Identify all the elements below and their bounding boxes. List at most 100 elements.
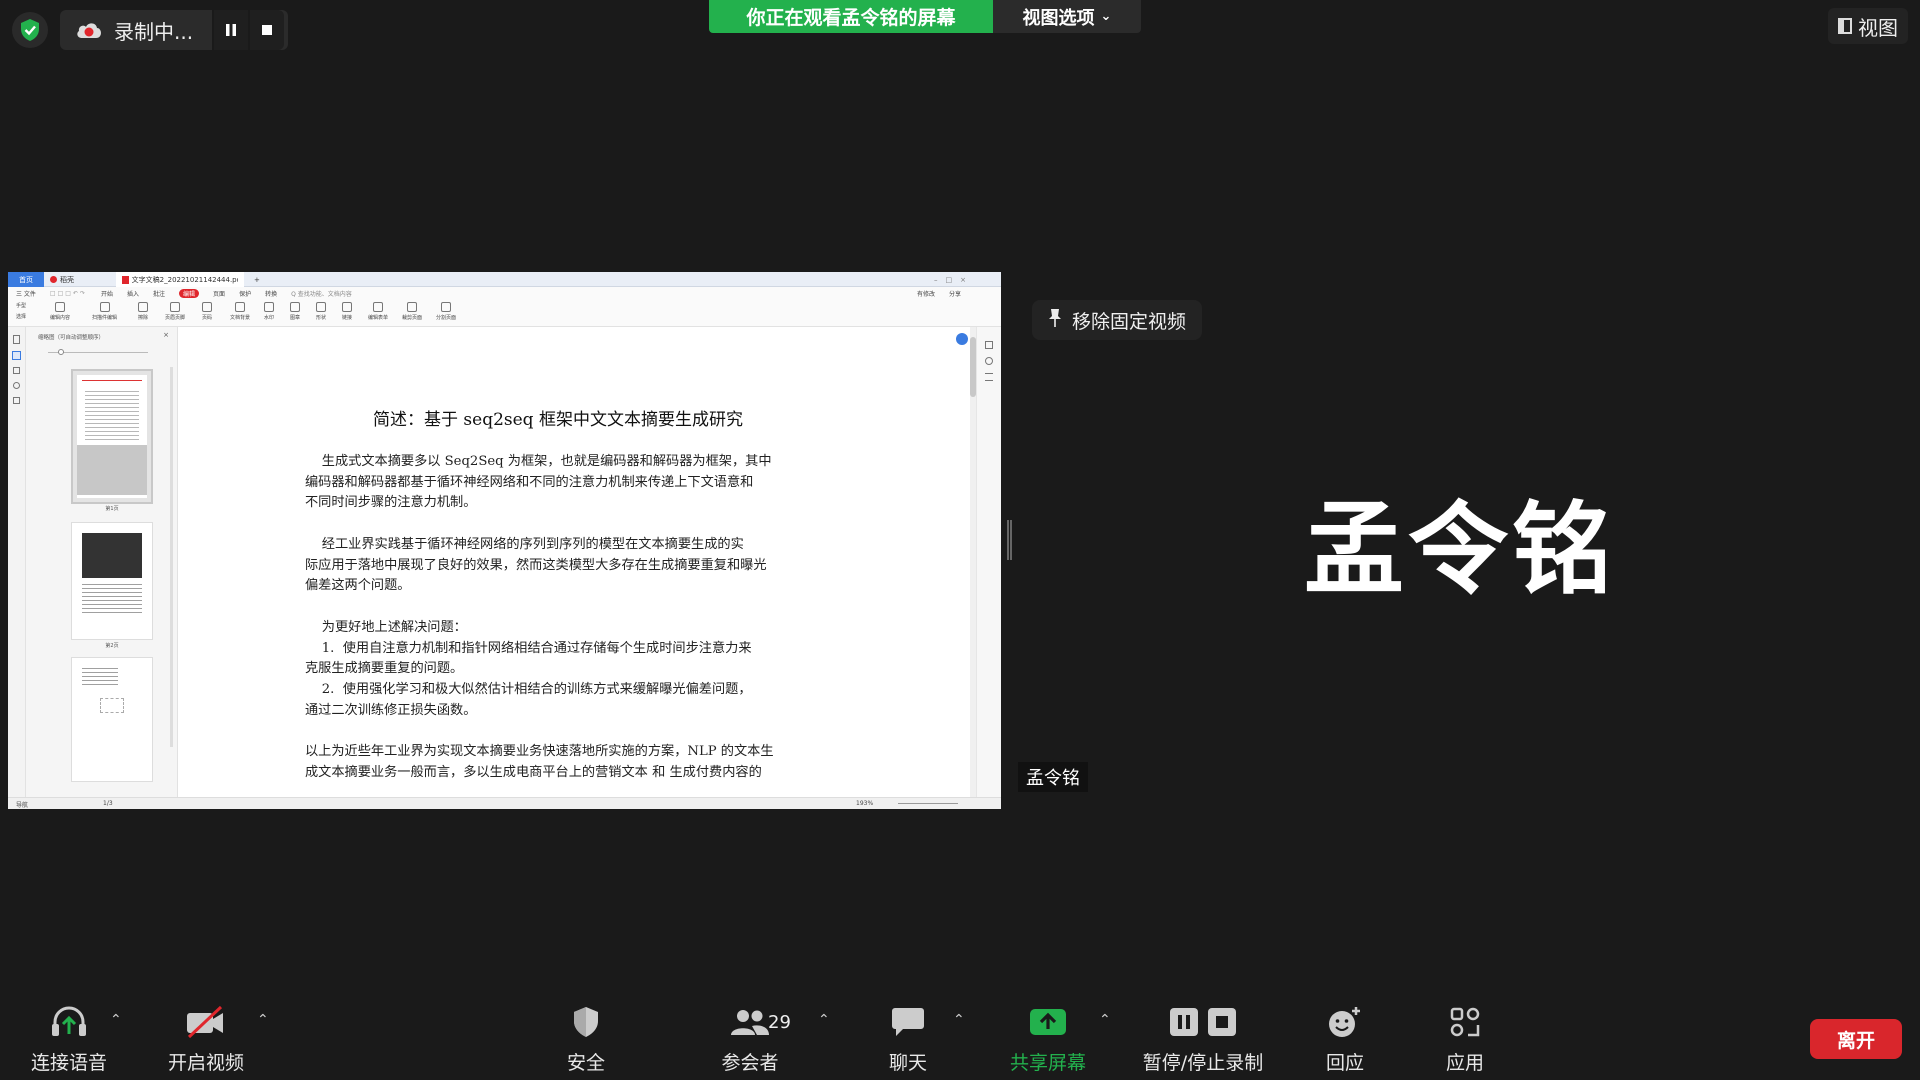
attachment-icon[interactable] — [13, 382, 20, 389]
participants-icon — [730, 1002, 770, 1042]
panel-resize-handle[interactable] — [1007, 520, 1012, 560]
signature-icon[interactable] — [13, 397, 20, 404]
shared-screen[interactable]: 首页 稻壳 文字文稿2_20221021142444.pdf + – □ × 三… — [8, 272, 1001, 809]
ribbon-form-label: 编辑表单 — [368, 315, 389, 321]
audio-options-caret[interactable]: ⌃ — [110, 1012, 122, 1028]
ribbon-form[interactable]: 编辑表单 — [368, 302, 388, 321]
participants-label: 参会者 — [721, 1052, 779, 1074]
chat-button[interactable]: 聊天 — [880, 1002, 936, 1080]
settings-icon[interactable] — [985, 357, 993, 365]
reactions-label: 回应 — [1325, 1052, 1364, 1074]
menu-page[interactable]: 页面 — [213, 289, 225, 298]
ribbon-hand-select[interactable]: 手型 选择 — [16, 302, 26, 320]
thumbnail-icon[interactable] — [12, 351, 21, 360]
menu-search[interactable]: Q 查找功能、文档内容 — [291, 289, 352, 298]
ribbon-link[interactable]: 链接 — [342, 302, 352, 321]
pause-stop-recording-button[interactable]: 暂停/停止录制 — [1140, 1002, 1266, 1080]
security-button[interactable]: 安全 — [556, 1002, 616, 1080]
cloud-record-icon — [74, 19, 104, 41]
menu-start[interactable]: 开始 — [101, 289, 113, 298]
menu-share[interactable]: 分享 — [949, 289, 961, 298]
ribbon-hand[interactable]: 手型 — [16, 302, 26, 309]
tab-pdf-document[interactable]: 文字文稿2_20221021142444.pdf — [116, 272, 244, 287]
join-audio-button[interactable]: 连接语音 — [22, 1002, 116, 1080]
ribbon-header-footer-label: 页眉页脚 — [165, 315, 186, 321]
apps-icon — [1449, 1002, 1481, 1042]
pdf-tab-bar: 首页 稻壳 文字文稿2_20221021142444.pdf + – □ × — [8, 272, 1001, 287]
background-icon — [235, 302, 245, 312]
translate-float-icon[interactable] — [956, 333, 968, 345]
menu-modified[interactable]: 有修改 — [917, 289, 935, 298]
ribbon-background[interactable]: 文档背景 — [230, 302, 250, 321]
ribbon-shape[interactable]: 形状 — [316, 302, 326, 321]
video-off-icon — [185, 1002, 227, 1042]
unpin-video-button[interactable]: 移除固定视频 — [1032, 300, 1202, 340]
share-screen-button[interactable]: 共享屏幕 — [1008, 1002, 1088, 1080]
ribbon-split[interactable]: 分割页面 — [436, 302, 456, 321]
thumb-label-2: 第2页 — [105, 643, 119, 649]
ribbon-page-number[interactable]: 页码 — [202, 302, 212, 321]
ribbon-scan-edit-label: 扫描件编辑 — [92, 315, 118, 321]
security-shield-icon[interactable] — [12, 12, 48, 48]
thumb-scrollbar[interactable] — [170, 367, 173, 747]
property-icon[interactable] — [985, 341, 993, 349]
ribbon-watermark[interactable]: 水印 — [264, 302, 274, 321]
share-options-caret[interactable]: ⌃ — [1099, 1012, 1111, 1028]
apps-button[interactable]: 应用 — [1440, 1002, 1490, 1080]
quick-access-icons: □□□↶↷ — [49, 289, 87, 297]
page-thumbnail-3[interactable] — [71, 657, 153, 782]
close-icon[interactable]: × — [960, 276, 966, 284]
stop-recording-button[interactable] — [248, 10, 284, 50]
menu-protect[interactable]: 保护 — [239, 289, 251, 298]
pause-stop-icon — [1169, 1002, 1237, 1042]
layout-icon[interactable] — [985, 373, 993, 381]
leave-meeting-button[interactable]: 离开 — [1810, 1019, 1902, 1059]
menu-insert[interactable]: 插入 — [127, 289, 139, 298]
new-tab-button[interactable]: + — [248, 272, 262, 287]
ribbon-stamp[interactable]: 图章 — [290, 302, 300, 321]
meeting-toolbar — [0, 990, 1920, 1080]
start-video-button[interactable]: 开启视频 — [158, 1002, 254, 1080]
nav-toggle[interactable]: 导航 — [16, 800, 28, 809]
zoom-level[interactable]: 193% — [856, 800, 873, 807]
tab-pdf-label: 文字文稿2_20221021142444.pdf — [131, 275, 238, 284]
window-controls[interactable]: – □ × — [928, 272, 998, 287]
ribbon-header-footer[interactable]: 页眉页脚 — [165, 302, 185, 321]
ribbon-scan-edit[interactable]: 扫描件编辑 — [92, 302, 117, 321]
video-options-caret[interactable]: ⌃ — [257, 1012, 269, 1028]
ribbon-erase[interactable]: 擦除 — [138, 302, 148, 321]
thumb-page-1-grey-block — [77, 445, 147, 495]
page-thumbnail-1[interactable]: 第1页 — [71, 369, 153, 512]
participants-options-caret[interactable]: ⌃ — [818, 1012, 830, 1028]
menu-edit[interactable]: 编辑 — [179, 288, 200, 298]
view-layout-icon — [1838, 18, 1852, 34]
zoom-slider[interactable] — [898, 803, 958, 804]
thumb-panel-close-icon[interactable]: × — [163, 331, 169, 339]
menu-comment[interactable]: 批注 — [153, 289, 165, 298]
comment-icon[interactable] — [13, 367, 20, 374]
ribbon-background-label: 文档背景 — [230, 315, 251, 321]
menu-file[interactable]: 三 文件 — [16, 289, 36, 298]
participant-name-tag: 孟令铭 — [1018, 762, 1088, 792]
page-indicator[interactable]: 1/3 — [103, 800, 113, 807]
thumb-size-slider[interactable] — [48, 349, 148, 355]
bookmark-icon[interactable] — [13, 335, 20, 344]
ribbon-split-label: 分割页面 — [436, 315, 457, 321]
pdf-document-view[interactable]: 简述：基于 seq2seq 框架中文文本摘要生成研究 生成式文本摘要多以 Seq… — [178, 327, 976, 797]
ribbon-edit-content[interactable]: 编辑内容 — [50, 302, 70, 321]
chat-label: 聊天 — [888, 1052, 927, 1074]
thumb-size-slider-handle[interactable] — [58, 349, 64, 355]
view-options-button[interactable]: 视图选项 ⌄ — [993, 0, 1141, 33]
minimize-icon[interactable]: – — [934, 276, 938, 284]
tab-home[interactable]: 首页 — [8, 272, 44, 287]
menu-convert[interactable]: 转换 — [265, 289, 277, 298]
page-thumbnail-2[interactable]: 第2页 — [71, 522, 153, 649]
maximize-icon[interactable]: □ — [946, 276, 953, 284]
chat-options-caret[interactable]: ⌃ — [953, 1012, 965, 1028]
ribbon-crop[interactable]: 裁剪页面 — [402, 302, 422, 321]
pause-recording-button[interactable] — [212, 10, 248, 50]
reactions-button[interactable]: 回应 — [1320, 1002, 1370, 1080]
ribbon-select[interactable]: 选择 — [16, 313, 26, 320]
tab-docer[interactable]: 稻壳 — [44, 272, 96, 287]
view-button[interactable]: 视图 — [1828, 8, 1908, 44]
